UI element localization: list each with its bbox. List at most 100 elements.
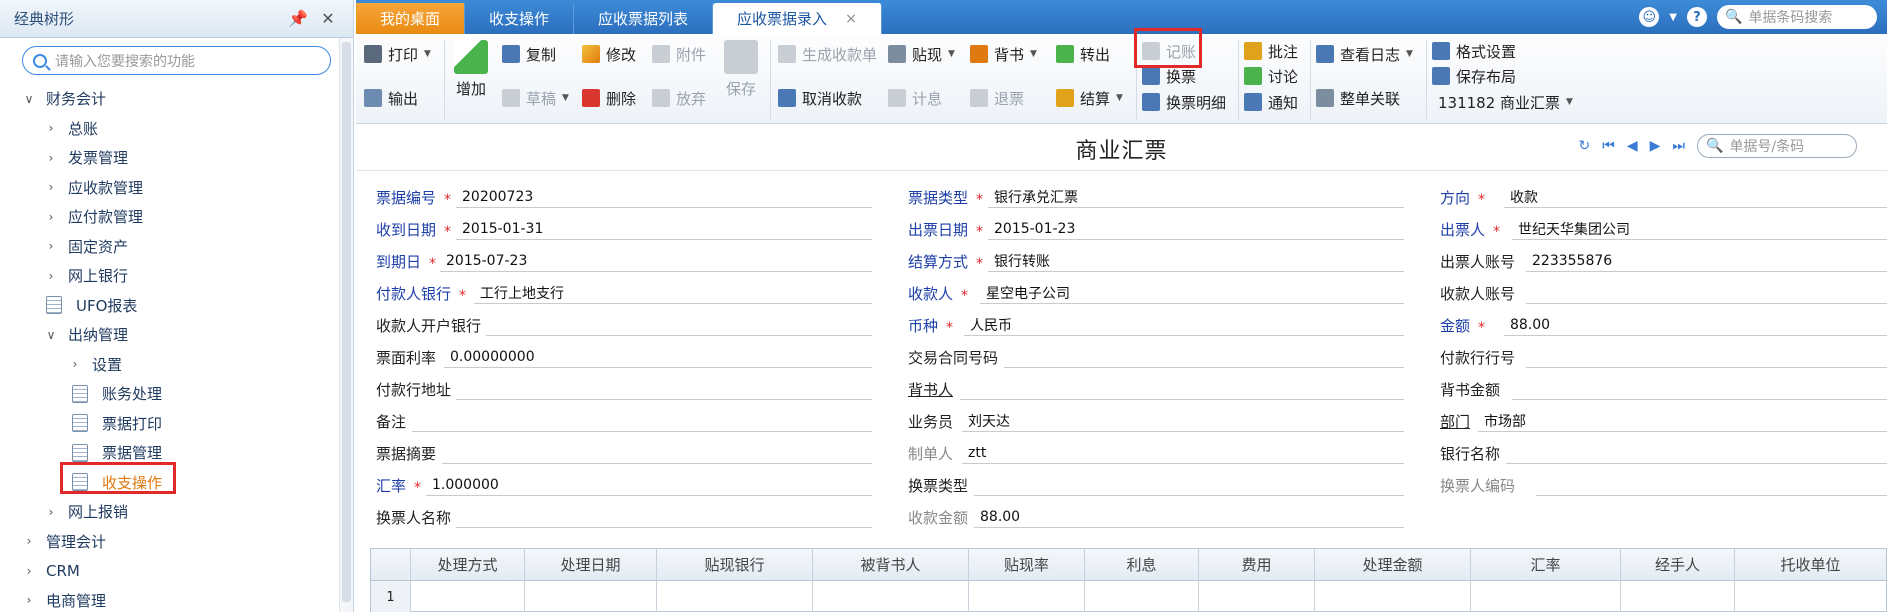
table-cell[interactable] [969,581,1085,612]
tab-home[interactable]: 我的桌面 [356,3,466,34]
department-input[interactable]: 市场部 [1478,410,1887,432]
gen-receipt-button[interactable]: 生成收款单 [778,42,877,66]
payee-account-input[interactable] [1526,282,1887,304]
save-layout-button[interactable]: 保存布局 [1432,64,1516,88]
settle-method-input[interactable]: 银行转账 [988,250,1404,272]
column-header[interactable]: 贴现率 [969,549,1085,580]
close-icon[interactable]: ✕ [317,9,339,28]
bill-no-input[interactable]: 20200723 [456,186,872,208]
payer-bank-input[interactable]: 工行上地支行 [474,282,872,304]
discount-button[interactable]: 贴现 ▼ [888,42,955,66]
face-rate-input[interactable]: 0.00000000 [444,346,872,368]
tab-receivable-list[interactable]: 应收票据列表 [574,3,714,34]
exchange-type-input[interactable] [974,474,1404,496]
clerk-input[interactable]: 刘天达 [962,410,1404,432]
endorse-amount-input[interactable] [1512,378,1887,400]
tree-item-crm[interactable]: › CRM [0,556,340,586]
view-log-button[interactable]: 查看日志 ▼ [1316,42,1413,66]
due-date-input[interactable]: 2015-07-23 [440,250,872,272]
discuss-button[interactable]: 讨论 [1244,64,1298,88]
pin-icon[interactable]: 📌 [287,9,309,28]
save-button[interactable]: 保存 [724,40,758,99]
payee-bank-input[interactable] [486,314,872,336]
tree-item-invoice[interactable]: › 发票管理 [0,143,340,173]
tree-item-ufo-report[interactable]: UFO报表 [0,291,340,321]
copy-button[interactable]: 复制 [502,42,556,66]
tree-item-account-processing[interactable]: 账务处理 [0,379,340,409]
help-icon[interactable]: ? [1687,7,1707,27]
refresh-icon[interactable]: ↻ [1578,138,1590,154]
bill-summary-input[interactable] [442,442,872,464]
column-header[interactable]: 托收单位 [1735,549,1886,580]
tree-item-mgmt-accounting[interactable]: › 管理会计 [0,527,340,557]
table-cell[interactable] [525,581,657,612]
table-row[interactable]: 1 [371,581,1886,612]
tab-income-expense[interactable]: 收支操作 [465,3,575,34]
notify-button[interactable]: 通知 [1244,90,1298,114]
table-cell[interactable] [1471,581,1621,612]
delete-button[interactable]: 删除 [582,86,636,110]
drawer-account-input[interactable]: 223355876 [1526,250,1887,272]
tree-item-cashier[interactable]: ∨ 出纳管理 [0,320,340,350]
function-search-input[interactable]: 请输入您要搜索的功能 [22,46,331,75]
table-cell[interactable] [813,581,969,612]
draft-button[interactable]: 草稿 ▼ [502,86,569,110]
output-button[interactable]: 输出 [364,86,418,110]
endorse-button[interactable]: 背书 ▼ [970,42,1037,66]
exchange-detail-button[interactable]: 换票明细 [1142,90,1226,114]
table-cell[interactable] [657,581,813,612]
tree-item-gl[interactable]: › 总账 [0,114,340,144]
column-header[interactable]: 经手人 [1621,549,1735,580]
payee-input[interactable]: 星空电子公司 [980,282,1404,304]
print-button[interactable]: 打印 ▼ [364,42,431,66]
attachment-button[interactable]: 附件 [652,42,706,66]
issue-date-input[interactable]: 2015-01-23 [988,218,1404,240]
tree-item-finance[interactable]: ∨ 财务会计 [0,84,340,114]
template-select[interactable]: 131182 商业汇票 ▼ [1438,90,1573,114]
tree-item-bill-print[interactable]: 票据打印 [0,409,340,439]
tab-close-icon[interactable]: × [845,11,857,27]
table-cell[interactable] [1085,581,1199,612]
tree-item-ap[interactable]: › 应付款管理 [0,202,340,232]
tree-item-online-bank[interactable]: › 网上银行 [0,261,340,291]
bank-name-input[interactable] [1506,442,1887,464]
payer-bank-code-input[interactable] [1526,346,1887,368]
bill-type-input[interactable]: 银行承兑汇票 [988,186,1404,208]
currency-input[interactable]: 人民币 [964,314,1404,336]
tree-item-online-reimburse[interactable]: › 网上报销 [0,497,340,527]
endorser-input[interactable] [960,378,1404,400]
prev-record-icon[interactable]: ◀ [1627,138,1638,154]
direction-input[interactable]: 收款 [1504,186,1887,208]
amount-input[interactable]: 88.00 [1504,314,1887,336]
column-header[interactable]: 贴现银行 [657,549,813,580]
link-all-button[interactable]: 整单关联 [1316,86,1400,110]
table-cell[interactable] [411,581,525,612]
bill-number-search-input[interactable]: 🔍 单据号/条码 [1697,134,1857,158]
tree-item-fixed-assets[interactable]: › 固定资产 [0,232,340,262]
tree-item-ecommerce[interactable]: › 电商管理 [0,586,340,612]
next-record-icon[interactable]: ▶ [1650,138,1661,154]
barcode-search-input[interactable]: 🔍 单据条码搜索 [1717,5,1877,29]
annotate-button[interactable]: 批注 [1244,39,1298,63]
exchanger-name-input[interactable] [456,506,872,528]
refund-button[interactable]: 退票 [970,86,1024,110]
tree-item-settings[interactable]: › 设置 [0,350,340,380]
settle-button[interactable]: 结算 ▼ [1056,86,1123,110]
discard-button[interactable]: 放弃 [652,86,706,110]
column-header[interactable]: 处理金额 [1315,549,1471,580]
contract-no-input[interactable] [1004,346,1404,368]
payer-address-input[interactable] [456,378,872,400]
tab-receivable-entry[interactable]: 应收票据录入 × [713,3,882,34]
format-settings-button[interactable]: 格式设置 [1432,39,1516,63]
column-header[interactable]: 处理方式 [411,549,525,580]
sidebar-scrollbar[interactable] [339,38,353,612]
scrollbar-thumb[interactable] [342,42,351,602]
user-face-icon[interactable]: ☺ [1639,7,1660,27]
column-header[interactable]: 处理日期 [525,549,657,580]
note-input[interactable] [412,410,872,432]
exchange-rate-input[interactable]: 1.000000 [426,474,872,496]
received-date-input[interactable]: 2015-01-31 [456,218,872,240]
last-record-icon[interactable]: ⏭ [1672,138,1685,154]
modify-button[interactable]: 修改 [582,42,636,66]
tree-item-ar[interactable]: › 应收款管理 [0,173,340,203]
